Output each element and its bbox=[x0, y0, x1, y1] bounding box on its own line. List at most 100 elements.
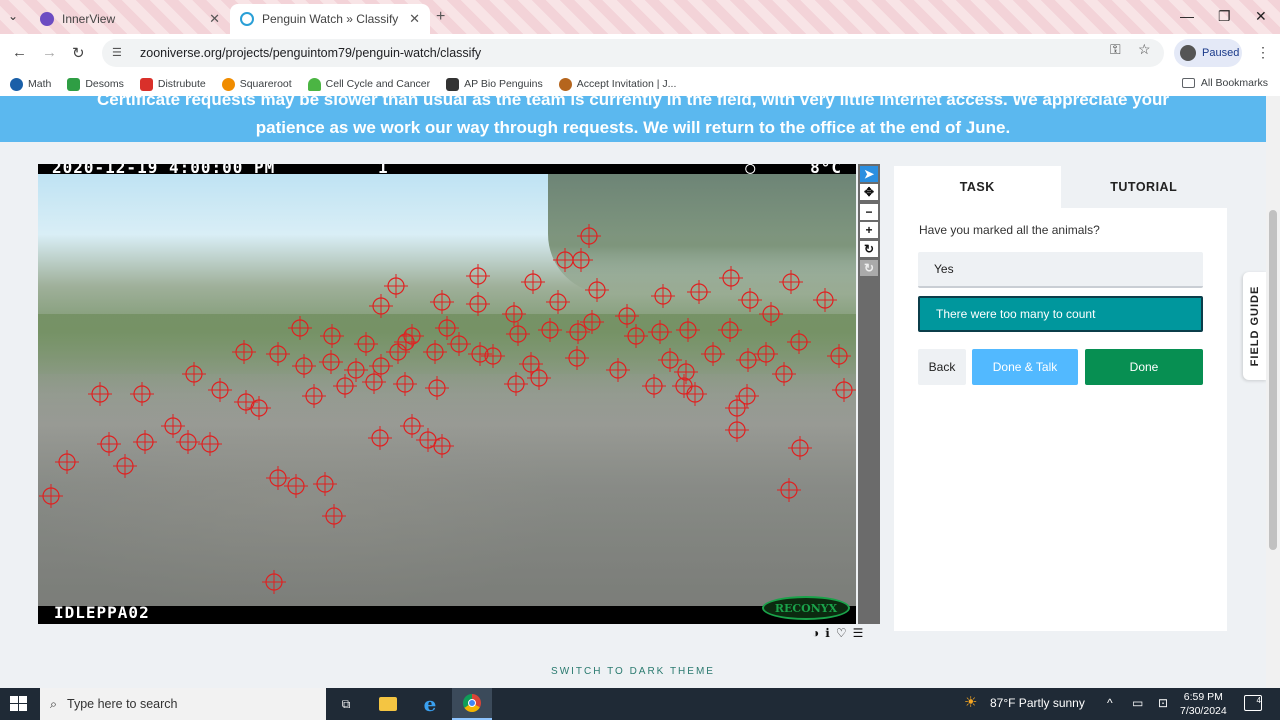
penguin-marker[interactable] bbox=[777, 478, 801, 502]
reset-icon[interactable]: ↻ bbox=[860, 260, 878, 276]
close-tab-icon[interactable]: ✕ bbox=[409, 11, 420, 27]
pointer-icon[interactable]: ➤ bbox=[860, 166, 878, 182]
penguin-marker[interactable] bbox=[615, 304, 639, 328]
notifications-icon[interactable]: 4 bbox=[1244, 695, 1262, 711]
rotate-icon[interactable]: ↻ bbox=[860, 241, 878, 257]
penguin-marker[interactable] bbox=[504, 372, 528, 396]
penguin-marker[interactable] bbox=[772, 362, 796, 386]
collections-icon[interactable]: ☰ bbox=[853, 626, 864, 640]
bookmark-squareroot[interactable]: Squareroot bbox=[221, 77, 292, 91]
penguin-marker[interactable] bbox=[466, 292, 490, 316]
penguin-marker[interactable] bbox=[176, 430, 200, 454]
penguin-marker[interactable] bbox=[55, 450, 79, 474]
zoom-in-icon[interactable]: + bbox=[860, 222, 878, 238]
penguin-marker[interactable] bbox=[198, 432, 222, 456]
penguin-marker[interactable] bbox=[736, 348, 760, 372]
bookmark-ap-bio-penguins[interactable]: AP Bio Penguins bbox=[446, 77, 543, 91]
penguin-marker[interactable] bbox=[113, 454, 137, 478]
password-key-icon[interactable]: ⚿ bbox=[1110, 41, 1121, 58]
penguin-marker[interactable] bbox=[288, 316, 312, 340]
penguin-marker[interactable] bbox=[779, 270, 803, 294]
penguin-marker[interactable] bbox=[565, 346, 589, 370]
penguin-marker[interactable] bbox=[354, 332, 378, 356]
tab-task[interactable]: TASK bbox=[894, 166, 1061, 208]
penguin-marker[interactable] bbox=[687, 280, 711, 304]
taskbar-search[interactable]: ⌕ Type here to search bbox=[40, 688, 326, 720]
tab-search-icon[interactable]: ⌄ bbox=[8, 9, 18, 23]
reload-icon[interactable]: ↻ bbox=[72, 44, 85, 62]
penguin-marker[interactable] bbox=[642, 374, 666, 398]
edge-icon[interactable]: e bbox=[410, 688, 450, 720]
penguin-marker[interactable] bbox=[719, 266, 743, 290]
penguin-marker[interactable] bbox=[759, 302, 783, 326]
answer-too-many[interactable]: There were too many to count bbox=[918, 296, 1203, 332]
penguin-marker[interactable] bbox=[701, 342, 725, 366]
back-button[interactable]: Back bbox=[918, 349, 966, 385]
penguin-marker[interactable] bbox=[425, 376, 449, 400]
bookmark-cell-cycle[interactable]: Cell Cycle and Cancer bbox=[307, 77, 430, 91]
show-hidden-icons[interactable]: ^ bbox=[1107, 696, 1113, 710]
penguin-marker[interactable] bbox=[319, 350, 343, 374]
move-icon[interactable]: ✥ bbox=[860, 184, 878, 200]
back-icon[interactable]: ← bbox=[12, 44, 27, 61]
penguin-marker[interactable] bbox=[787, 330, 811, 354]
penguin-marker[interactable] bbox=[651, 284, 675, 308]
windows-start-icon[interactable] bbox=[10, 696, 28, 712]
penguin-marker[interactable] bbox=[718, 318, 742, 342]
penguin-marker[interactable] bbox=[538, 318, 562, 342]
tab-tutorial[interactable]: TUTORIAL bbox=[1060, 166, 1227, 208]
favorite-icon[interactable]: ♡ bbox=[836, 626, 847, 640]
penguin-marker[interactable] bbox=[292, 354, 316, 378]
field-guide-button[interactable]: FIELD GUIDE bbox=[1243, 272, 1267, 380]
penguin-marker[interactable] bbox=[232, 340, 256, 364]
system-clock[interactable]: 6:59 PM 7/30/2024 bbox=[1180, 690, 1227, 718]
penguin-marker[interactable] bbox=[322, 504, 346, 528]
penguin-marker[interactable] bbox=[133, 430, 157, 454]
penguin-marker[interactable] bbox=[624, 324, 648, 348]
penguin-marker[interactable] bbox=[585, 278, 609, 302]
done-button[interactable]: Done bbox=[1085, 349, 1203, 385]
profile-button[interactable]: Paused bbox=[1174, 39, 1242, 67]
penguin-marker[interactable] bbox=[423, 340, 447, 364]
penguin-marker[interactable] bbox=[161, 414, 185, 438]
browser-tab-penguin-watch[interactable]: Penguin Watch » Classify — Zo ✕ bbox=[230, 4, 430, 34]
battery-icon[interactable]: ▭ bbox=[1132, 696, 1143, 710]
forward-icon[interactable]: → bbox=[42, 44, 57, 61]
penguin-marker[interactable] bbox=[313, 472, 337, 496]
penguin-marker[interactable] bbox=[577, 224, 601, 248]
penguin-marker[interactable] bbox=[735, 384, 759, 408]
penguin-marker[interactable] bbox=[502, 302, 526, 326]
dark-theme-toggle[interactable]: SWITCH TO DARK THEME bbox=[0, 666, 1266, 677]
penguin-marker[interactable] bbox=[725, 396, 749, 420]
penguin-marker[interactable] bbox=[569, 248, 593, 272]
penguin-marker[interactable] bbox=[648, 320, 672, 344]
penguin-marker[interactable] bbox=[738, 288, 762, 312]
penguin-marker[interactable] bbox=[369, 294, 393, 318]
penguin-marker[interactable] bbox=[320, 324, 344, 348]
new-tab-icon[interactable]: + bbox=[436, 8, 445, 26]
penguin-marker[interactable] bbox=[430, 290, 454, 314]
close-window-icon[interactable]: ✕ bbox=[1255, 8, 1267, 25]
penguin-marker[interactable] bbox=[546, 290, 570, 314]
penguin-marker[interactable] bbox=[606, 358, 630, 382]
bookmark-desoms[interactable]: Desoms bbox=[67, 77, 124, 91]
penguin-marker[interactable] bbox=[39, 484, 63, 508]
penguin-marker[interactable] bbox=[97, 432, 121, 456]
zoom-out-icon[interactable]: − bbox=[860, 204, 878, 220]
address-bar[interactable]: ☰ zooniverse.org/projects/penguintom79/p… bbox=[102, 39, 1164, 67]
network-icon[interactable]: ⊡ bbox=[1158, 696, 1168, 710]
penguin-marker[interactable] bbox=[384, 274, 408, 298]
penguin-marker[interactable] bbox=[832, 378, 856, 402]
penguin-marker[interactable] bbox=[182, 362, 206, 386]
penguin-marker[interactable] bbox=[580, 310, 604, 334]
penguin-marker[interactable] bbox=[234, 390, 258, 414]
chrome-icon[interactable] bbox=[452, 688, 492, 720]
penguin-marker[interactable] bbox=[813, 288, 837, 312]
restore-icon[interactable]: ❐ bbox=[1218, 8, 1231, 25]
penguin-marker[interactable] bbox=[368, 426, 392, 450]
penguin-marker[interactable] bbox=[393, 372, 417, 396]
penguin-marker[interactable] bbox=[88, 382, 112, 406]
penguin-marker[interactable] bbox=[400, 414, 424, 438]
done-and-talk-button[interactable]: Done & Talk bbox=[972, 349, 1078, 385]
site-info-icon[interactable]: ☰ bbox=[112, 46, 126, 60]
